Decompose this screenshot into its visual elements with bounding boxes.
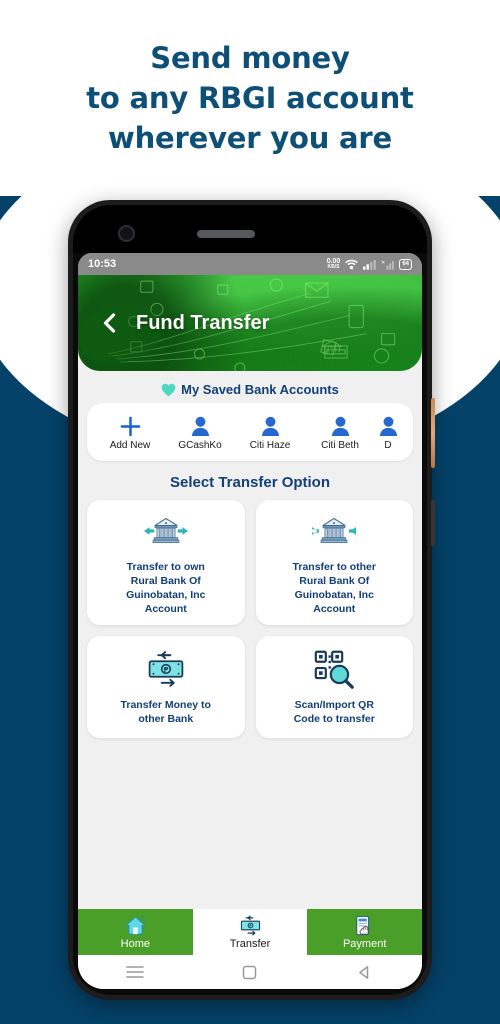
- back-chevron-icon[interactable]: [100, 313, 120, 333]
- svg-text:₱: ₱: [163, 666, 168, 674]
- cellular-signal-icon: [363, 259, 377, 270]
- transfer-option-label: Transfer Money to other Bank: [120, 699, 211, 725]
- svg-text:✕: ✕: [381, 260, 385, 266]
- qr-scan-icon: [313, 648, 355, 690]
- cellular-no-service-icon: ✕: [381, 260, 395, 270]
- transfer-option-other-rbgi-account[interactable]: Transfer to other Rural Bank Of Guinobat…: [255, 500, 413, 625]
- plus-icon: [119, 413, 142, 439]
- transfer-option-label: Transfer to other Rural Bank Of Guinobat…: [292, 560, 376, 615]
- android-system-nav: [78, 955, 422, 989]
- saved-account-label: Citi Beth: [321, 440, 359, 451]
- headline-line-3: wherever you are: [108, 121, 392, 155]
- person-icon: [191, 413, 210, 439]
- transfer-options-grid-bottom: ₱ Transfer Money to other Bank Scan/Impo…: [87, 636, 413, 738]
- saved-account-citi-beth[interactable]: Citi Beth: [305, 413, 375, 451]
- back-button-icon[interactable]: [353, 963, 377, 981]
- nav-item-home[interactable]: Home: [78, 909, 193, 955]
- home-icon: [124, 914, 147, 937]
- saved-account-label: GCashKo: [178, 440, 222, 451]
- promo-page: Send money to any RBGI account wherever …: [0, 0, 500, 1024]
- saved-account-citi-haze[interactable]: Citi Haze: [235, 413, 305, 451]
- saved-account-label: D: [384, 440, 392, 451]
- saved-accounts-heading: My Saved Bank Accounts: [78, 382, 422, 397]
- svg-text:₱: ₱: [249, 923, 252, 928]
- front-camera-icon: [118, 225, 135, 242]
- person-icon: [331, 413, 350, 439]
- status-bar: 10:53 0.00 KB/S ✕ 64: [78, 253, 422, 275]
- nav-item-label: Home: [120, 938, 150, 950]
- network-speed-unit: KB/S: [327, 264, 340, 270]
- transfer-option-other-bank[interactable]: ₱ Transfer Money to other Bank: [87, 636, 245, 738]
- phone-notch: [73, 205, 427, 253]
- saved-accounts-title: My Saved Bank Accounts: [181, 382, 339, 397]
- page-title: Fund Transfer: [136, 311, 270, 334]
- nav-item-label: Payment: [342, 938, 387, 950]
- nav-item-transfer[interactable]: ₱ Transfer: [192, 909, 308, 955]
- recents-icon[interactable]: [123, 963, 147, 981]
- money-exchange-icon: ₱: [144, 648, 188, 690]
- power-button[interactable]: [431, 398, 435, 468]
- phone-bezel: 10:53 0.00 KB/S ✕ 64 Fund Transfer My Sa…: [73, 205, 427, 995]
- nav-item-payment[interactable]: Payment: [307, 909, 422, 955]
- bank-transfer-in-icon: [143, 510, 188, 552]
- app-content: My Saved Bank Accounts Add New GCashKo C…: [78, 371, 422, 989]
- volume-button[interactable]: [431, 500, 435, 546]
- mobile-payment-icon: [353, 914, 376, 937]
- transfer-option-scan-qr[interactable]: Scan/Import QR Code to transfer: [255, 636, 413, 738]
- headline-line-2: to any RBGI account: [86, 81, 414, 115]
- money-exchange-icon: ₱: [238, 914, 263, 937]
- saved-account-label: Citi Haze: [249, 440, 291, 451]
- home-button-icon[interactable]: [238, 963, 262, 981]
- battery-level-label: 64: [402, 260, 409, 267]
- transfer-option-label: Scan/Import QR Code to transfer: [293, 699, 375, 725]
- status-bar-clock: 10:53: [88, 258, 117, 270]
- bank-transfer-out-icon: [312, 510, 357, 552]
- saved-account-gcashko[interactable]: GCashKo: [165, 413, 235, 451]
- saved-account-add-new[interactable]: Add New: [95, 413, 165, 451]
- page-headline: Send money to any RBGI account wherever …: [0, 38, 500, 158]
- nav-item-label: Transfer: [229, 938, 271, 950]
- saved-account-next-partial[interactable]: D: [375, 413, 401, 451]
- transfer-options-grid-top: Transfer to own Rural Bank Of Guinobatan…: [87, 500, 413, 625]
- network-speed-indicator: 0.00 KB/S: [327, 258, 341, 270]
- heart-icon: [161, 383, 176, 396]
- phone-screen: 10:53 0.00 KB/S ✕ 64 Fund Transfer My Sa…: [78, 253, 422, 989]
- saved-account-label: Add New: [109, 440, 151, 451]
- wifi-icon: [345, 259, 359, 269]
- app-header: Fund Transfer: [78, 275, 422, 371]
- phone-mockup: 10:53 0.00 KB/S ✕ 64 Fund Transfer My Sa…: [68, 200, 435, 1000]
- transfer-option-label: Transfer to own Rural Bank Of Guinobatan…: [126, 560, 206, 615]
- person-icon: [379, 413, 398, 439]
- bottom-navigation: Home ₱ Transfer Payment: [78, 909, 422, 955]
- headline-line-1: Send money: [150, 41, 350, 75]
- person-icon: [261, 413, 280, 439]
- battery-icon: 64: [399, 258, 412, 270]
- transfer-options-heading: Select Transfer Option: [169, 474, 331, 491]
- earpiece-speaker: [197, 230, 255, 238]
- transfer-option-own-account[interactable]: Transfer to own Rural Bank Of Guinobatan…: [87, 500, 245, 625]
- status-bar-indicators: 0.00 KB/S ✕ 64: [327, 258, 412, 270]
- saved-accounts-strip[interactable]: Add New GCashKo Citi Haze Citi Beth D: [87, 403, 413, 461]
